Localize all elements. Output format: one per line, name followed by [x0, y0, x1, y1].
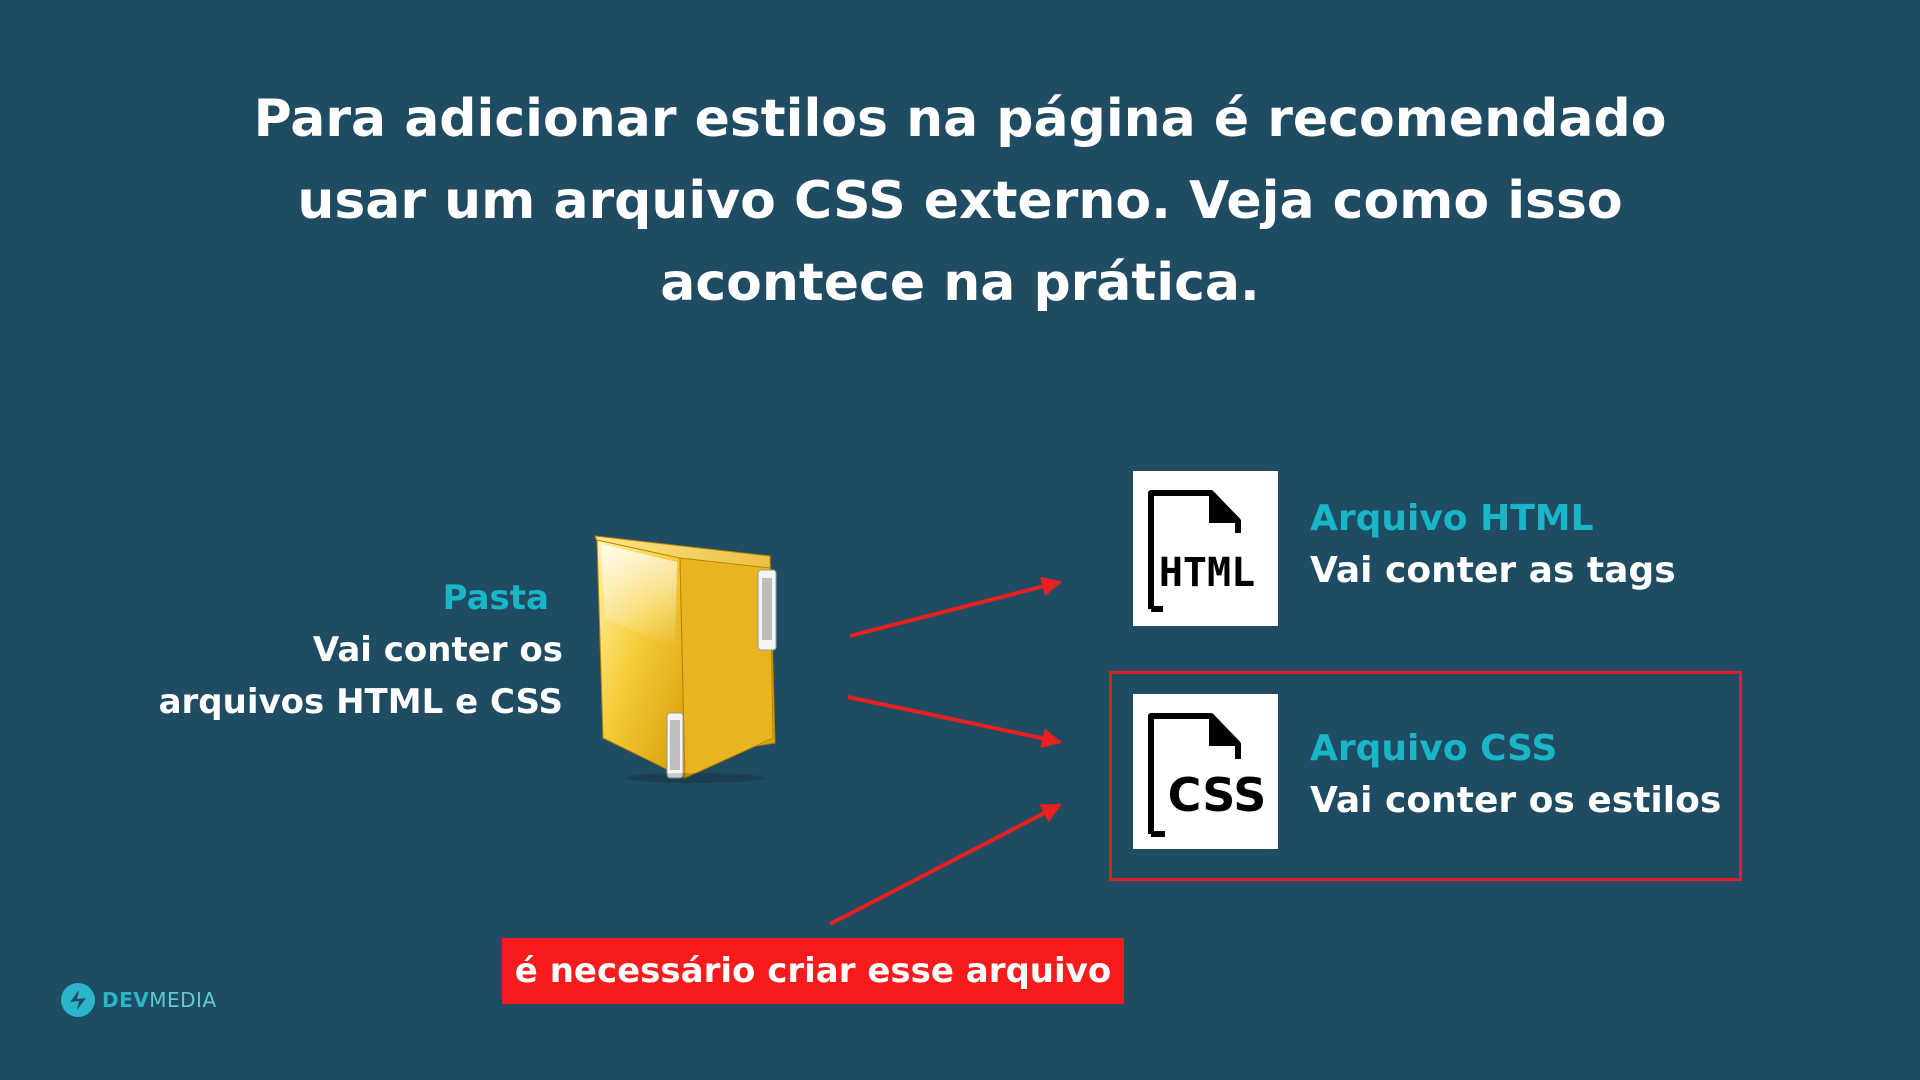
css-file-description: Vai conter os estilos: [1310, 780, 1722, 821]
arrow-to-html: [849, 576, 1062, 638]
folder-desc-line-1: Vai conter os: [312, 630, 563, 670]
html-file-title: Arquivo HTML: [1310, 498, 1594, 539]
title-line-1: Para adicionar estilos na página é recom…: [253, 89, 1667, 149]
brand-name-bold: DEV: [102, 988, 150, 1012]
requirement-note: é necessário criar esse arquivo: [502, 938, 1124, 1004]
html-icon-text: HTML: [1159, 550, 1255, 596]
brand-name: DEVMEDIA: [102, 988, 217, 1012]
css-file-title: Arquivo CSS: [1310, 728, 1558, 769]
folder-desc-line-2: arquivos HTML e CSS: [158, 682, 563, 722]
arrow-from-note: [829, 803, 1062, 926]
title-line-3: acontece na prática.: [660, 253, 1260, 313]
html-file-label: Arquivo HTML Vai conter as tags: [1310, 493, 1676, 597]
html-file-description: Vai conter as tags: [1310, 550, 1676, 591]
folder-icon: [585, 528, 795, 783]
css-file-label: Arquivo CSS Vai conter os estilos: [1310, 723, 1721, 827]
html-file-icon: HTML: [1133, 471, 1278, 626]
css-icon-text: CSS: [1168, 768, 1267, 822]
page-title: Para adicionar estilos na página é recom…: [160, 78, 1760, 324]
brand-name-light: MEDIA: [149, 988, 217, 1012]
arrow-to-css: [847, 695, 1062, 749]
css-file-icon: CSS: [1133, 694, 1278, 849]
title-line-2: usar um arquivo CSS externo. Veja como i…: [297, 171, 1623, 231]
brand-logo: DEVMEDIA: [60, 982, 217, 1018]
folder-label: Pasta: [442, 578, 549, 618]
folder-description: Pasta Vai conter os arquivos HTML e CSS: [159, 572, 563, 728]
devmedia-logo-icon: [61, 983, 95, 1017]
